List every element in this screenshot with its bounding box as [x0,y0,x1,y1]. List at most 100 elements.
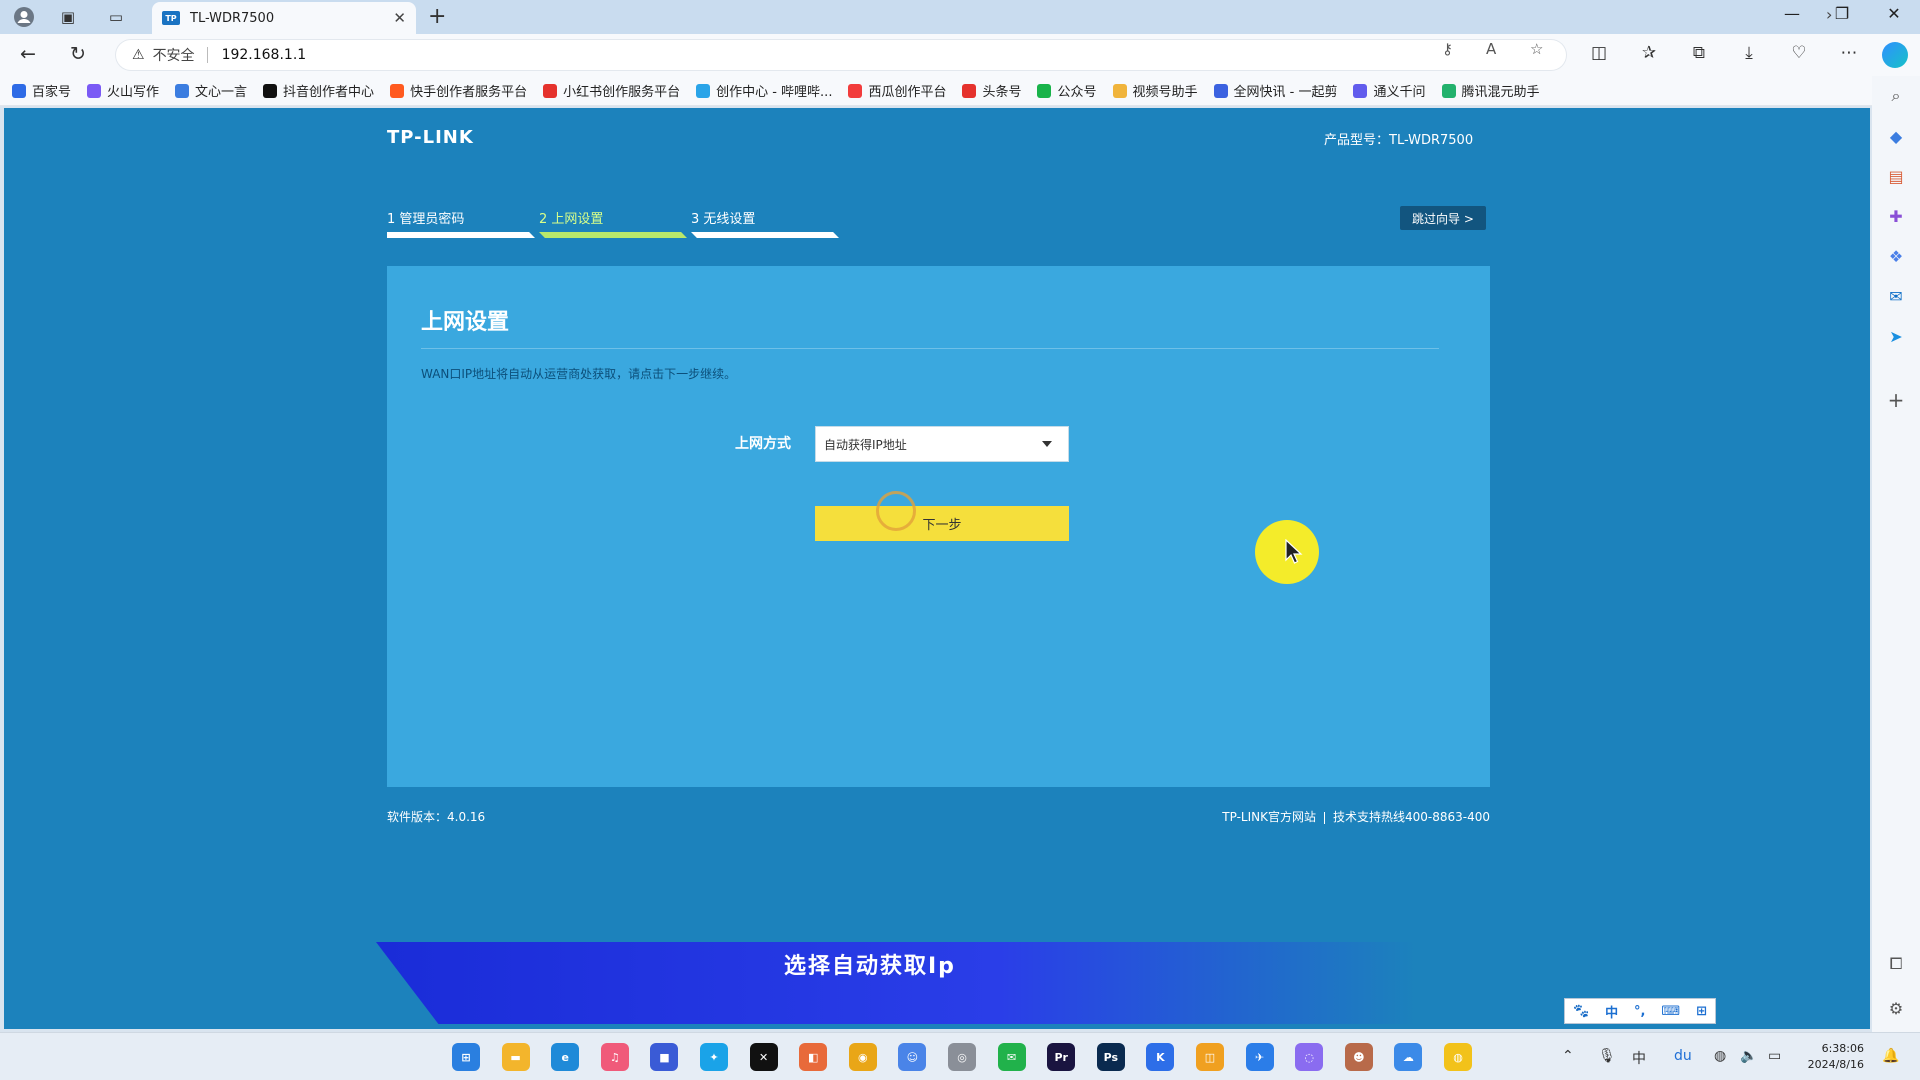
tab-active[interactable]: TP TL-WDR7500 ✕ [152,2,416,34]
key-icon[interactable]: ⚷ [1442,40,1453,58]
taskbar-app-bot-icon[interactable]: ☺ [898,1043,927,1071]
tray-chevron-up-icon[interactable]: ⌃ [1562,1048,1574,1064]
collections-icon[interactable]: ⧉ [1686,43,1712,63]
ime-punctuation-icon[interactable]: °, [1634,1004,1645,1019]
ime-indicator-icon[interactable]: 中 [1632,1048,1646,1068]
bookmark-item[interactable]: 腾讯混元助手 [1441,81,1540,100]
taskbar-app-avatar-icon[interactable]: ☻ [1344,1043,1373,1071]
taskbar-app-bird-icon[interactable]: ✈ [1245,1043,1274,1071]
taskbar-wechat-icon[interactable]: ✉ [997,1043,1026,1071]
back-icon[interactable]: ← [20,43,36,65]
address-bar[interactable]: ⚠ 不安全 192.168.1.1 [116,40,1566,70]
taskbar-app-k-icon[interactable]: K [1146,1043,1175,1071]
battery-icon[interactable]: ▭ [1768,1048,1781,1064]
baidu-icon[interactable]: du [1674,1048,1692,1064]
security-label[interactable]: 不安全 [153,45,195,65]
bookmark-item[interactable]: 百家号 [12,81,71,100]
bookmark-item[interactable]: 创作中心 - 哔哩哔... [696,81,832,100]
bookmark-item[interactable]: 西瓜创作平台 [848,81,946,100]
bookmark-favicon-icon [175,83,190,98]
clock[interactable]: 6:38:06 2024/8/16 [1802,1041,1864,1073]
taskbar-app-gray-icon[interactable]: ◎ [948,1043,976,1071]
ime-toolbar[interactable]: 🐾 中 °, ⌨ ⊞ [1564,998,1716,1024]
favorite-star-icon[interactable]: ☆ [1530,40,1543,58]
new-tab-icon[interactable]: + [428,4,446,29]
clock-time: 6:38:06 [1821,1042,1864,1055]
bookmark-item[interactable]: 火山写作 [87,81,159,100]
step-progress-bar [387,232,535,238]
taskbar-app-office-icon[interactable]: ◧ [799,1043,828,1071]
volume-icon[interactable]: 🔈 [1740,1048,1757,1064]
refresh-icon[interactable]: ↻ [70,43,86,65]
tab-actions-icon[interactable]: ▭ [104,5,128,29]
workspaces-icon[interactable]: ▣ [56,5,80,29]
tag-icon[interactable]: ◆ [1884,124,1908,148]
ime-grid-icon[interactable]: ⊞ [1696,1004,1707,1019]
taskbar-photoshop-icon[interactable]: Ps [1096,1043,1125,1071]
network-globe-icon[interactable]: ◍ [1714,1048,1726,1064]
bookmark-item[interactable]: 小红书创作服务平台 [543,81,680,100]
ime-chinese-mode[interactable]: 中 [1605,1002,1618,1021]
connection-type-select[interactable]: 自动获得IP地址 [815,426,1069,462]
bookmark-label: 快手创作者服务平台 [410,85,528,100]
close-tab-icon[interactable]: ✕ [393,9,406,27]
download-icon[interactable]: ⤓ [1736,43,1762,63]
taskbar-chrome-icon[interactable]: ◉ [848,1043,877,1071]
taskbar-app-pink-icon[interactable]: ♫ [600,1043,629,1071]
send-icon[interactable]: ➤ [1884,324,1908,348]
settings-panel: 上网设置 WAN口IP地址将自动从运营商处获取，请点击下一步继续。 上网方式 自… [387,266,1490,787]
taskbar-edge-icon[interactable]: e [551,1043,580,1071]
taskbar-files-icon[interactable]: ▬ [501,1043,530,1071]
taskbar-app-cloud-icon[interactable]: ☁ [1394,1043,1423,1071]
profile-icon[interactable] [12,5,36,29]
edge-sidebar: ⌕ ◆ ▤ ✚ ❖ ✉ ➤ + ⧠ ⚙ [1872,76,1920,1032]
minimize-icon[interactable]: — [1772,4,1812,23]
bookmark-item[interactable]: 全网快讯 - 一起剪 [1213,81,1338,100]
url-text[interactable]: 192.168.1.1 [222,47,307,63]
bookmarks-overflow-chevron-icon[interactable]: › [1826,5,1832,24]
read-aloud-icon[interactable]: A [1486,40,1496,58]
taskbar-app-yellow-icon[interactable]: ◍ [1444,1043,1472,1071]
favorites-icon[interactable]: ✰ [1636,43,1662,63]
bookmark-favicon-icon [1037,83,1052,98]
ime-keyboard-icon[interactable]: ⌨ [1661,1004,1680,1019]
warning-icon[interactable]: ⚠ [132,47,145,63]
screenshot-icon[interactable]: ⧠ [1884,952,1908,976]
official-site-link[interactable]: TP-LINK官方网站 [1222,810,1316,824]
taskbar-app-blue-icon[interactable]: ✦ [700,1043,728,1071]
settings-gear-icon[interactable]: ⚙ [1884,996,1908,1020]
address-divider [206,47,208,63]
split-screen-icon[interactable]: ◫ [1586,43,1612,63]
taskbar-store-icon[interactable]: ■ [650,1043,679,1071]
browser-essentials-icon[interactable]: ♡ [1786,43,1812,63]
tp-link-favicon-icon: TP [162,11,180,25]
bookmark-item[interactable]: 头条号 [962,81,1021,100]
office-icon[interactable]: ❖ [1884,244,1908,268]
microphone-icon[interactable]: 🎙 [1598,1048,1616,1064]
bookmark-label: 通义千问 [1373,85,1426,100]
copilot-icon[interactable] [1882,42,1908,68]
bookmark-item[interactable]: 视频号助手 [1112,81,1198,100]
ime-paw-icon[interactable]: 🐾 [1573,1004,1589,1019]
outlook-icon[interactable]: ✉ [1884,284,1908,308]
bookmark-item[interactable]: 通义千问 [1353,81,1426,100]
notification-bell-icon[interactable]: 🔔 [1882,1048,1899,1064]
next-step-button[interactable]: 下一步 [815,506,1069,541]
taskbar-premiere-icon[interactable]: Pr [1047,1043,1076,1071]
add-sidebar-app-icon[interactable]: + [1884,388,1908,412]
taskbar-start-icon[interactable]: ⊞ [452,1043,480,1071]
search-icon[interactable]: ⌕ [1884,84,1908,108]
games-icon[interactable]: ✚ [1884,204,1908,228]
bookmark-label: 全网快讯 - 一起剪 [1233,85,1338,100]
bookmark-item[interactable]: 公众号 [1037,81,1097,100]
taskbar-app-purple-icon[interactable]: ◌ [1295,1043,1324,1071]
more-menu-icon[interactable]: ⋯ [1836,43,1862,63]
bookmark-item[interactable]: 文心一言 [175,81,247,100]
skip-wizard-button[interactable]: 跳过向导 > [1400,206,1486,230]
toolbox-icon[interactable]: ▤ [1884,164,1908,188]
bookmark-item[interactable]: 抖音创作者中心 [263,81,374,100]
taskbar-app-orange-icon[interactable]: ◫ [1196,1043,1224,1071]
taskbar-capcut-icon[interactable]: ✕ [749,1043,778,1071]
bookmark-item[interactable]: 快手创作者服务平台 [390,81,527,100]
close-window-icon[interactable]: ✕ [1874,4,1914,23]
